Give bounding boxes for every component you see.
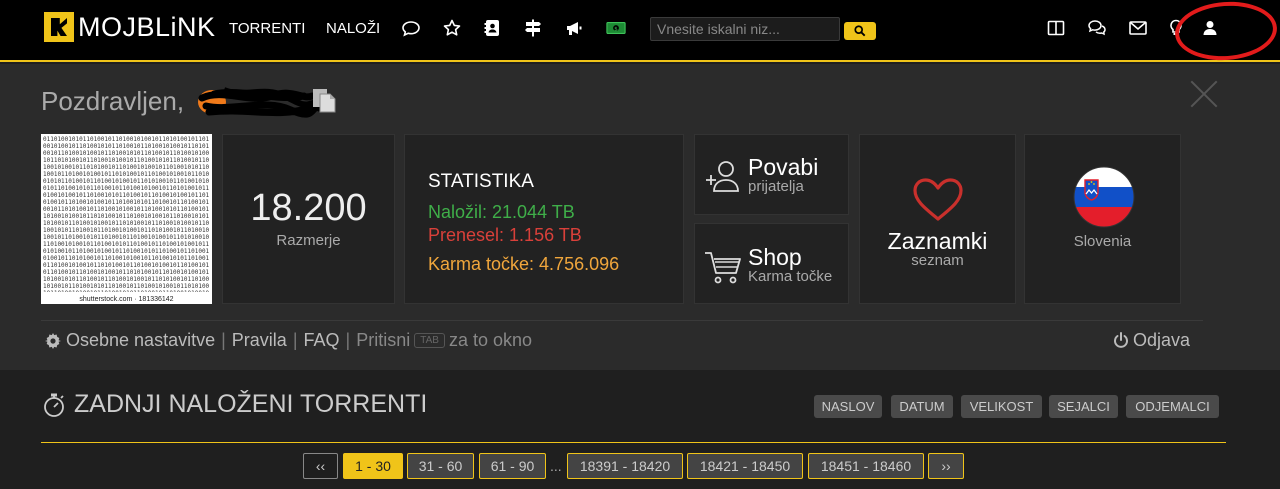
sort-leechers-button[interactable]: ODJEMALCI xyxy=(1126,395,1219,418)
pagination-page-button[interactable]: 1 - 30 xyxy=(343,453,403,479)
heart-icon xyxy=(913,178,963,221)
invite-title: Povabi xyxy=(748,154,819,180)
star-icon[interactable] xyxy=(440,16,464,40)
slovenia-flag-icon xyxy=(1073,166,1135,228)
signpost-icon[interactable] xyxy=(521,16,545,40)
nav-upload-link[interactable]: NALOŽI xyxy=(326,20,380,37)
logout-label: Odjava xyxy=(1133,330,1191,350)
user-icon[interactable] xyxy=(1198,16,1222,40)
link-separator: | xyxy=(292,330,298,350)
shopping-cart-icon xyxy=(705,252,741,284)
chat-icon[interactable] xyxy=(1085,16,1109,40)
link-separator: | xyxy=(345,330,351,350)
sort-date-button[interactable]: DATUM xyxy=(891,395,953,418)
shop-title: Shop xyxy=(748,244,802,270)
megaphone-icon[interactable] xyxy=(562,16,586,40)
sort-size-button[interactable]: VELIKOST xyxy=(961,395,1042,418)
pagination-prev-button[interactable]: ‹‹ xyxy=(303,453,338,479)
avatar-binary-pattern: 0110100101011010010110100101001011010100… xyxy=(43,136,210,292)
karma-stat: Karma točke: 4.756.096 xyxy=(428,254,620,274)
faq-link[interactable]: FAQ xyxy=(304,330,340,351)
copy-icon[interactable] xyxy=(310,86,338,114)
close-panel-icon[interactable] xyxy=(1190,80,1218,108)
panel-divider xyxy=(41,320,1203,321)
logo-text: MOJBLiNK xyxy=(78,11,216,42)
search-input[interactable] xyxy=(650,17,840,41)
sort-title-button[interactable]: NASLOV xyxy=(814,395,882,418)
site-logo[interactable]: MOJBLiNK xyxy=(44,10,216,44)
pagination-page-button[interactable]: 18451 - 18460 xyxy=(808,453,924,479)
country-name: Slovenia xyxy=(1073,233,1132,250)
uploaded-stat: Naložil: 21.044 TB xyxy=(428,202,575,222)
bookmarks-title: Zaznamki xyxy=(887,228,988,254)
lightbulb-icon[interactable] xyxy=(1164,16,1188,40)
red-annotation-circle xyxy=(1173,0,1279,64)
pagination-next-button[interactable]: ›› xyxy=(928,453,964,479)
country-card: Slovenia xyxy=(1024,134,1181,304)
section-title: ZADNJI NALOŽENI TORRENTI xyxy=(74,390,428,418)
money-icon[interactable]: $ xyxy=(604,16,628,40)
logout-button[interactable]: Odjava xyxy=(1113,330,1190,351)
settings-link[interactable]: Osebne nastavitve xyxy=(66,330,215,351)
greeting-text: Pozdravljen, xyxy=(41,86,185,116)
stopwatch-icon xyxy=(44,393,64,417)
pagination-page-button[interactable]: 18391 - 18420 xyxy=(567,453,683,479)
pagination-page-button[interactable]: 61 - 90 xyxy=(479,453,546,479)
top-navbar: MOJBLiNK TORRENTI NALOŽI $ xyxy=(0,0,1280,64)
logo-mark-icon xyxy=(44,12,74,42)
profile-links: Osebne nastavitve | Pravila | FAQ | Prit… xyxy=(45,330,532,351)
add-user-icon xyxy=(706,161,739,192)
power-icon xyxy=(1114,332,1128,348)
avatar: 0110100101011010010110100101001011010100… xyxy=(41,134,212,304)
stats-card: STATISTIKA Naložil: 21.044 TB Prenesel: … xyxy=(404,134,684,304)
ratio-card: 18.200 Razmerje xyxy=(222,134,395,304)
invite-sub: prijatelja xyxy=(748,178,804,195)
sort-seeders-button[interactable]: SEJALCI xyxy=(1049,395,1118,418)
press-hint: Pritisni xyxy=(356,330,411,350)
section-heading: ZADNJI NALOŽENI TORRENTI xyxy=(42,390,427,419)
redacted-username-scribble xyxy=(198,87,323,118)
ratio-value: 18.200 xyxy=(250,187,367,229)
avatar-caption: shutterstock.com · 181336142 xyxy=(79,296,174,303)
gear-icon xyxy=(45,332,61,349)
ratio-label: Razmerje xyxy=(276,232,341,249)
bookmarks-button[interactable]: Zaznamki seznam xyxy=(859,134,1016,304)
stats-title: STATISTIKA xyxy=(428,171,534,192)
profile-panel: Pozdravljen, 011010010101101001011010010… xyxy=(0,64,1280,370)
bookmarks-sub: seznam xyxy=(911,252,964,269)
mail-icon[interactable] xyxy=(1126,16,1150,40)
search-button[interactable] xyxy=(844,22,876,40)
search-icon xyxy=(854,25,866,37)
invite-friend-button[interactable]: Povabi prijatelja xyxy=(694,134,849,215)
svg-text:$: $ xyxy=(614,26,618,32)
pagination-page-button[interactable]: 31 - 60 xyxy=(407,453,474,479)
id-card-icon[interactable] xyxy=(480,16,504,40)
pagination-ellipsis: ... xyxy=(550,458,562,474)
shop-sub: Karma točke xyxy=(748,268,833,285)
downloaded-stat: Prenesel: 1.156 TB xyxy=(428,225,582,245)
nav-torrents-link[interactable]: TORRENTI xyxy=(229,20,305,37)
window-hint: za to okno xyxy=(448,330,532,350)
section-divider xyxy=(41,442,1226,443)
chat-bubble-icon[interactable] xyxy=(399,16,423,40)
shop-button[interactable]: Shop Karma točke xyxy=(694,223,849,304)
tab-key-badge: TAB xyxy=(414,333,445,348)
columns-icon[interactable] xyxy=(1044,16,1068,40)
rules-link[interactable]: Pravila xyxy=(232,330,287,351)
pagination-page-button[interactable]: 18421 - 18450 xyxy=(687,453,803,479)
link-separator: | xyxy=(221,330,226,350)
